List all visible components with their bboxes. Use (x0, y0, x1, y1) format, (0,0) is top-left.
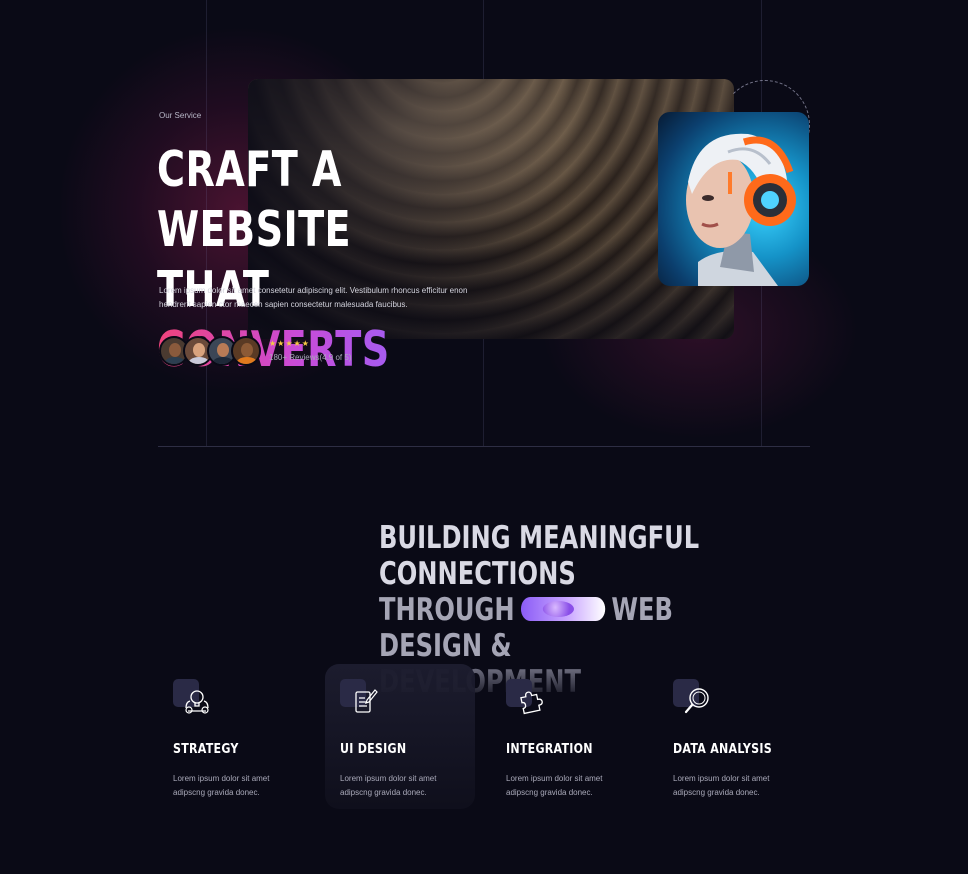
service-desc-line: adipscng gravida donec. (173, 788, 260, 797)
service-card-integration[interactable]: INTEGRATION Lorem ipsum dolor sit amet a… (491, 664, 641, 809)
service-title: INTEGRATION (506, 742, 593, 757)
statement-line-1: BUILDING MEANINGFUL CONNECTIONS (379, 520, 700, 592)
puzzle-icon (520, 691, 543, 715)
service-description: Lorem ipsum dolor sit amet adipscng grav… (173, 772, 313, 800)
magnifier-icon (684, 688, 709, 714)
service-card-strategy[interactable]: STRATEGY Lorem ipsum dolor sit amet adip… (158, 664, 308, 809)
reviews-count: 180+ Reviews(4.9 of 5) (269, 353, 352, 362)
service-desc-line: adipscng gravida donec. (340, 788, 427, 797)
avatar (231, 336, 261, 366)
decorative-pill-image (520, 596, 606, 621)
service-desc-line: Lorem ipsum dolor sit amet (173, 774, 270, 783)
service-title: STRATEGY (173, 742, 239, 757)
rating-stars: ★★★★★ (269, 339, 310, 348)
page: Our Service CRAFT A WEBSITE THAT CONVERT… (0, 0, 968, 874)
headline-line-1: CRAFT A WEBSITE (157, 141, 352, 258)
service-title: DATA ANALYSIS (673, 742, 772, 757)
service-card-ui-design[interactable]: UI DESIGN Lorem ipsum dolor sit amet adi… (325, 664, 475, 809)
service-desc-line: Lorem ipsum dolor sit amet (340, 774, 437, 783)
strategy-bulb-gear-icon (185, 690, 209, 714)
robot-image-card (658, 112, 809, 286)
service-description: Lorem ipsum dolor sit amet adipscng grav… (506, 772, 646, 800)
robot-illustration (686, 133, 796, 286)
service-card-data-analysis[interactable]: DATA ANALYSIS Lorem ipsum dolor sit amet… (658, 664, 808, 809)
service-description: Lorem ipsum dolor sit amet adipscng grav… (673, 772, 813, 800)
service-desc-line: adipscng gravida donec. (673, 788, 760, 797)
service-desc-line: Lorem ipsum dolor sit amet (506, 774, 603, 783)
hero-description: Lorem ipsum dolor sit amet consetetur ad… (159, 286, 468, 309)
reviewer-avatars (159, 336, 269, 366)
service-description: Lorem ipsum dolor sit amet adipscng grav… (340, 772, 480, 800)
service-desc-line: Lorem ipsum dolor sit amet (673, 774, 770, 783)
statement-line-2-start: THROUGH (379, 592, 515, 628)
document-edit-icon (355, 689, 378, 713)
service-title: UI DESIGN (340, 742, 407, 757)
section-divider (158, 446, 810, 447)
hero-eyebrow: Our Service (159, 111, 202, 120)
service-desc-line: adipscng gravida donec. (506, 788, 593, 797)
